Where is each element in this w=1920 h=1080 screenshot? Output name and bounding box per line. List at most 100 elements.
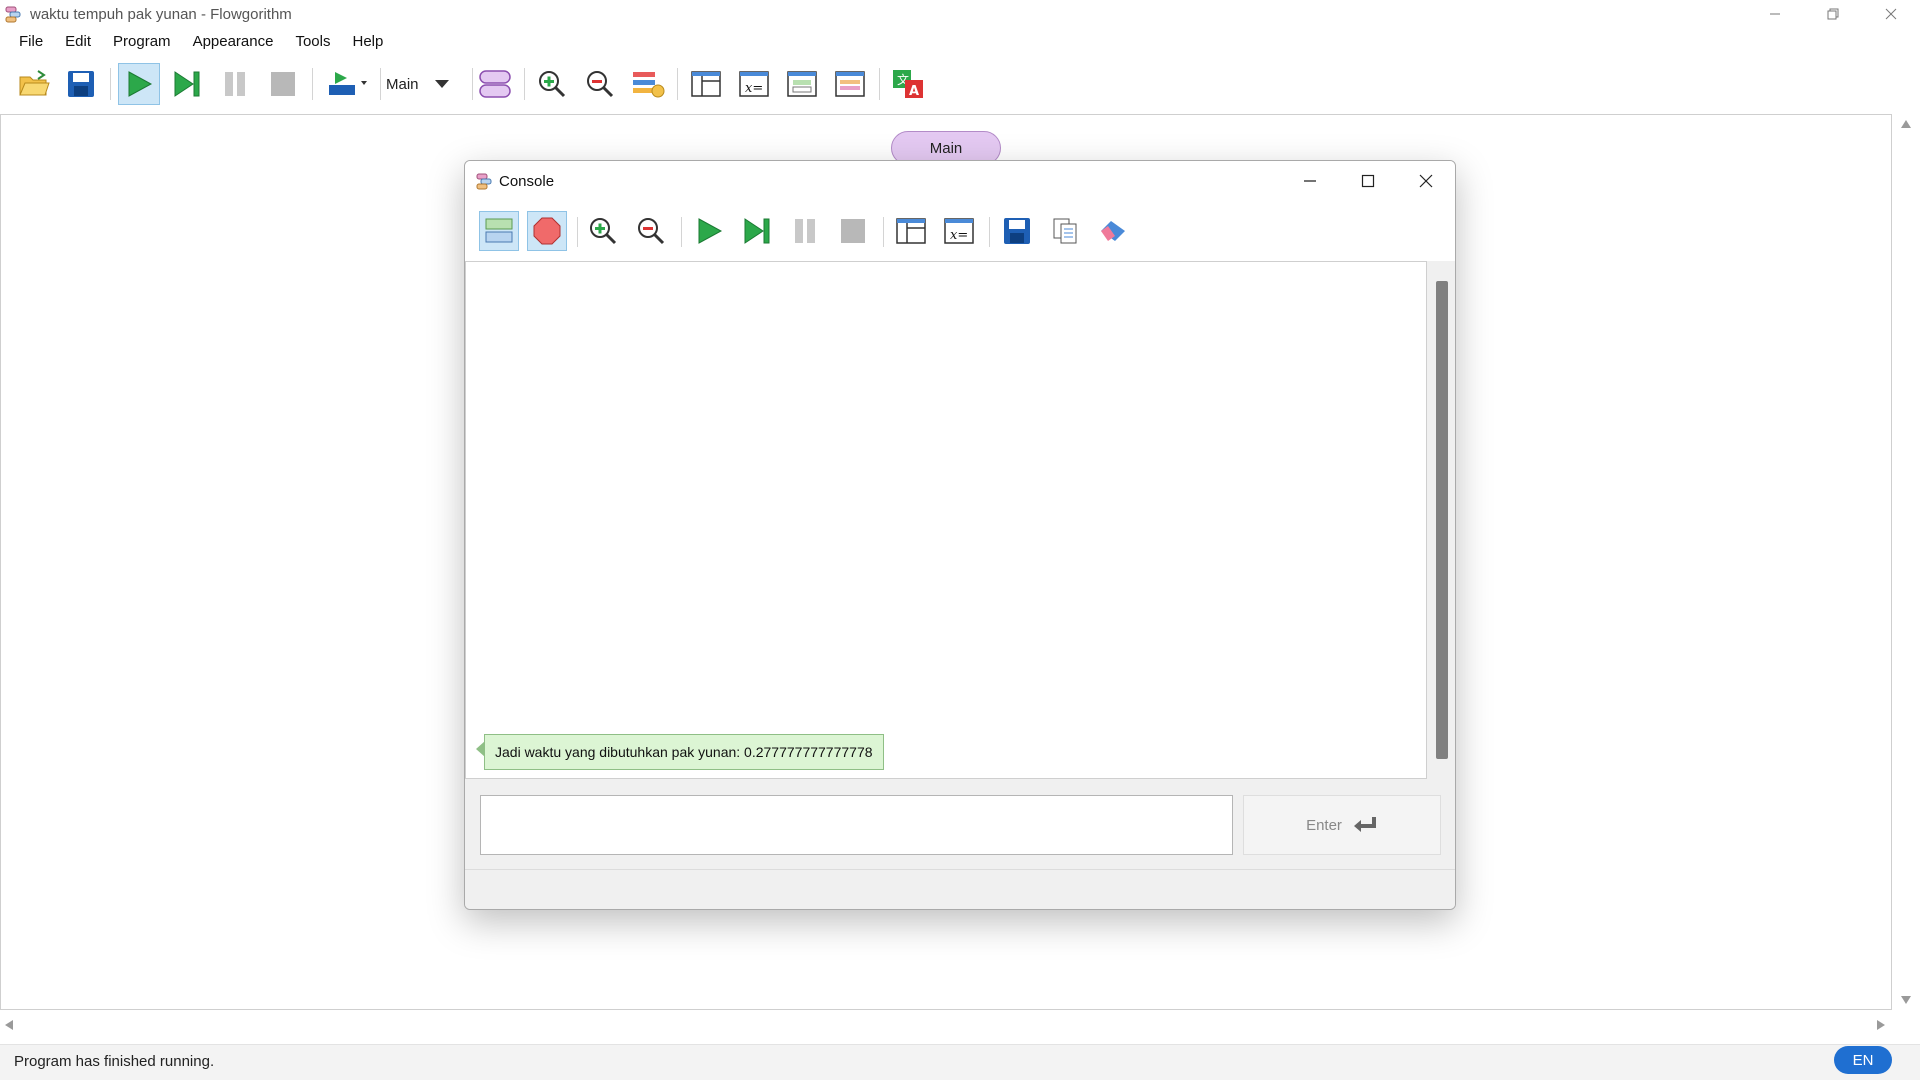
console-copy-button[interactable] — [1045, 211, 1085, 251]
variable-watch-icon: x= — [944, 218, 974, 244]
functions-icon — [479, 70, 511, 98]
console-clear-button[interactable] — [1093, 211, 1133, 251]
open-folder-icon — [19, 70, 50, 96]
stop-sign-icon — [533, 217, 561, 245]
translate-button[interactable]: 文A — [887, 63, 929, 105]
minimize-button[interactable] — [1746, 0, 1804, 28]
stop-icon — [271, 72, 295, 96]
function-select-value: Main — [386, 75, 419, 93]
console-save-button[interactable] — [997, 211, 1037, 251]
menu-program[interactable]: Program — [102, 28, 182, 55]
console-window: Console x= Jadi waktu yang dibutuhkan pa… — [464, 160, 1456, 910]
console-toolbar: x= — [465, 201, 1455, 261]
chat-view-icon — [485, 218, 513, 243]
restore-button[interactable] — [1804, 0, 1862, 28]
translate-icon: 文A — [893, 70, 923, 99]
function-select[interactable]: Main — [386, 70, 449, 98]
play-icon — [698, 218, 723, 244]
menu-appearance[interactable]: Appearance — [182, 28, 285, 55]
pause-icon — [225, 72, 245, 96]
style-button[interactable] — [627, 63, 669, 105]
save-disk-icon — [68, 71, 94, 97]
stop-button[interactable] — [262, 63, 304, 105]
console-close-button[interactable] — [1397, 161, 1455, 201]
status-bar: Program has finished running. — [0, 1044, 1920, 1080]
style-settings-icon — [633, 72, 665, 98]
console-chat-view-button[interactable] — [479, 211, 519, 251]
save-button[interactable] — [60, 63, 102, 105]
zoom-out-icon — [587, 71, 614, 98]
menu-help[interactable]: Help — [342, 28, 395, 55]
source-code-button[interactable] — [781, 63, 823, 105]
zoom-out-button[interactable] — [579, 63, 621, 105]
console-vertical-scrollbar[interactable] — [1430, 261, 1454, 779]
manage-functions-button[interactable] — [474, 63, 516, 105]
svg-text:A: A — [909, 84, 919, 99]
run-button[interactable] — [118, 63, 160, 105]
flowgorithm-app-icon — [5, 6, 21, 23]
variable-watch-icon: x= — [739, 71, 769, 97]
console-scroll-thumb[interactable] — [1436, 281, 1448, 759]
eraser-icon — [1101, 221, 1125, 241]
open-button[interactable] — [13, 63, 55, 105]
title-bar: waktu tempuh pak yunan - Flowgorithm — [0, 0, 1920, 28]
enter-button-label: Enter — [1306, 816, 1342, 834]
scroll-right-icon[interactable] — [1877, 1020, 1885, 1030]
close-button[interactable] — [1862, 0, 1920, 28]
step-forward-icon — [744, 218, 770, 244]
zoom-in-icon — [590, 218, 617, 245]
console-stop-on-error-button[interactable] — [527, 211, 567, 251]
chart-view-button[interactable] — [829, 63, 871, 105]
console-zoom-in-button[interactable] — [583, 211, 623, 251]
status-text: Program has finished running. — [14, 1053, 215, 1070]
maximize-icon — [1361, 174, 1375, 188]
console-pause-button[interactable] — [785, 211, 825, 251]
scroll-down-icon[interactable] — [1901, 996, 1911, 1004]
variable-watch-button[interactable]: x= — [733, 63, 775, 105]
pause-button[interactable] — [214, 63, 256, 105]
console-run-button[interactable] — [689, 211, 729, 251]
main-toolbar: Main x= 文A — [0, 60, 1920, 108]
console-minimize-button[interactable] — [1281, 161, 1339, 201]
console-title: Console — [499, 172, 555, 190]
console-step-button[interactable] — [737, 211, 777, 251]
console-footer — [465, 869, 1455, 909]
console-stop-button[interactable] — [833, 211, 873, 251]
minimize-icon — [1770, 13, 1780, 15]
scroll-left-icon[interactable] — [5, 1020, 13, 1030]
zoom-in-button[interactable] — [531, 63, 573, 105]
canvas-vertical-scrollbar[interactable] — [1892, 114, 1920, 1010]
menu-tools[interactable]: Tools — [284, 28, 341, 55]
layout-windows-icon — [691, 71, 721, 97]
output-message-bubble: Jadi waktu yang dibutuhkan pak yunan: 0.… — [476, 734, 884, 770]
svg-text:x=: x= — [950, 228, 968, 243]
close-icon — [1419, 174, 1433, 188]
zoom-in-icon — [539, 71, 566, 98]
console-variable-watch-button[interactable]: x= — [939, 211, 979, 251]
enter-button[interactable]: Enter — [1243, 795, 1441, 855]
pause-icon — [795, 219, 815, 243]
step-button[interactable] — [166, 63, 208, 105]
dropdown-arrow-icon — [434, 80, 449, 88]
play-icon — [128, 71, 153, 97]
console-layout-windows-button[interactable] — [891, 211, 931, 251]
source-code-icon — [787, 71, 817, 97]
menu-bar: File Edit Program Appearance Tools Help — [0, 28, 1920, 55]
stop-icon — [841, 219, 865, 243]
output-message-text: Jadi waktu yang dibutuhkan pak yunan: 0.… — [495, 744, 873, 760]
run-speed-button[interactable] — [322, 63, 372, 105]
console-zoom-out-button[interactable] — [631, 211, 671, 251]
restore-icon — [1827, 8, 1839, 20]
save-disk-icon — [1004, 218, 1030, 244]
scroll-up-icon[interactable] — [1901, 120, 1911, 128]
enter-return-icon — [1353, 817, 1376, 832]
step-forward-icon — [174, 71, 200, 97]
console-output-area[interactable]: Jadi waktu yang dibutuhkan pak yunan: 0.… — [465, 261, 1427, 779]
console-maximize-button[interactable] — [1339, 161, 1397, 201]
layout-windows-button[interactable] — [685, 63, 727, 105]
menu-edit[interactable]: Edit — [54, 28, 102, 55]
menu-file[interactable]: File — [8, 28, 54, 55]
language-badge[interactable]: EN — [1834, 1046, 1892, 1074]
console-title-bar[interactable]: Console — [465, 161, 1455, 201]
console-input-field[interactable] — [480, 795, 1233, 855]
